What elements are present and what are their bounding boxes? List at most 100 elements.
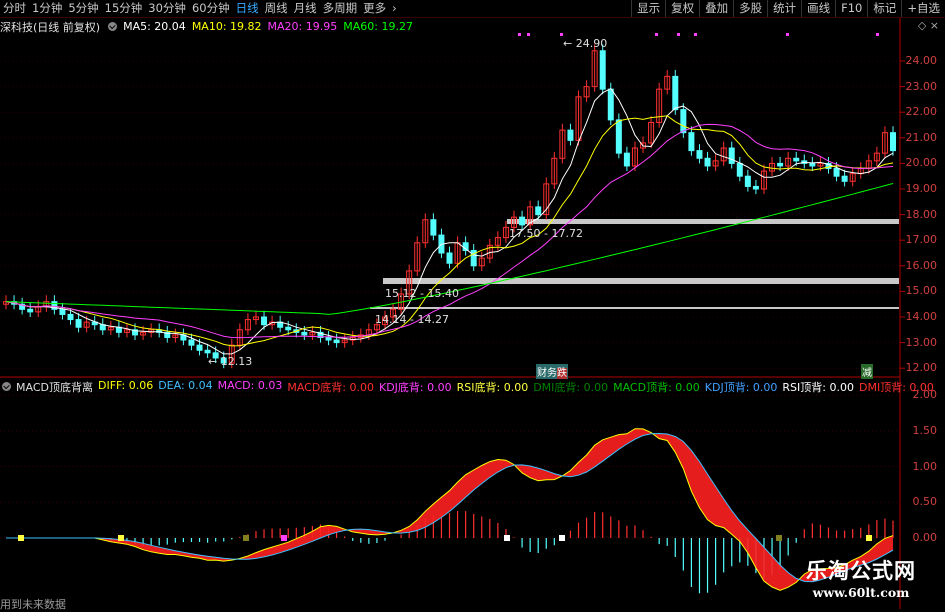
signal-marker xyxy=(527,33,530,36)
signal-marker xyxy=(655,33,658,36)
candle-down xyxy=(696,150,703,159)
candle-down xyxy=(333,339,340,344)
candle-down xyxy=(567,129,574,141)
macd-tick-4: 0.00 xyxy=(912,531,938,544)
divergence-marker xyxy=(281,535,287,541)
signal-marker xyxy=(518,33,521,36)
price-tick-4: 20.00 xyxy=(905,156,938,170)
macd-value-5: RSI底背: 0.00 xyxy=(456,380,529,394)
divergence-marker xyxy=(18,535,24,541)
price-tick-11: 13.00 xyxy=(905,335,938,349)
divergence-marker xyxy=(559,535,565,541)
macd-value-1: DEA: 0.04 xyxy=(158,378,213,392)
signal-marker xyxy=(560,33,563,36)
candle-down xyxy=(430,219,437,236)
candle-down xyxy=(59,308,66,315)
divergence-marker xyxy=(866,535,872,541)
price-tick-8: 16.00 xyxy=(905,258,938,272)
macd-legend: MACD顶底背离 DIFF: 0.06 DEA: 0.04 MACD: 0.03 MA… xyxy=(0,379,944,394)
signal-marker xyxy=(786,33,789,36)
candle-down xyxy=(325,336,332,341)
candle-down xyxy=(704,157,711,167)
price-tick-5: 19.00 xyxy=(905,182,938,195)
kline-chart[interactable] xyxy=(0,0,945,609)
candle-down xyxy=(535,206,542,216)
candle-down xyxy=(672,75,679,111)
macd-settings-icon[interactable] xyxy=(2,382,11,391)
macd-tick-2: 1.00 xyxy=(912,459,938,473)
support-zone-label-1: 17.50 - 17.72 xyxy=(509,227,583,240)
macd-fill xyxy=(6,428,893,591)
macd-value-4: KDJ底背: 0.00 xyxy=(379,380,452,394)
macd-value-2: MACD: 0.03 xyxy=(217,378,283,392)
macd-value-9: RSI顶背: 0.00 xyxy=(782,380,854,394)
ma20-line xyxy=(5,123,894,339)
candle-down xyxy=(196,344,203,351)
candle-down xyxy=(680,109,687,134)
macd-values: DIFF: 0.06 DEA: 0.04 MACD: 0.03 MACD底背: 0.0… xyxy=(98,379,939,395)
macd-value-6: DMI底背: 0.00 xyxy=(533,380,609,394)
price-tick-9: 15.00 xyxy=(905,284,938,298)
zone-bar-2 xyxy=(383,278,899,284)
price-tick-12: 12.00 xyxy=(905,361,938,375)
candle-down xyxy=(688,132,695,152)
candle-down xyxy=(446,252,453,264)
watermark-logo: 乐淘公式网 www.60lt.com xyxy=(786,555,936,600)
candle-down xyxy=(188,339,195,346)
candle-down xyxy=(615,119,622,154)
candle-down xyxy=(204,349,211,354)
support-zone-label-3: 14.14 - 14.27 xyxy=(375,313,449,326)
macd-title: MACD顶底背离 xyxy=(16,380,93,394)
zone-bar-1 xyxy=(507,219,899,224)
candle-down xyxy=(736,162,743,177)
candle-down xyxy=(519,216,526,226)
candle-down xyxy=(777,162,784,167)
signal-marker xyxy=(694,33,697,36)
macd-value-7: MACD顶背: 0.00 xyxy=(613,380,700,394)
candle-down xyxy=(833,168,840,177)
candle-down xyxy=(607,88,614,121)
candle-down xyxy=(75,319,82,328)
candle-down xyxy=(67,313,74,321)
price-tick-2: 22.00 xyxy=(905,105,938,119)
support-zone-label-2: 15.12 - 15.40 xyxy=(385,287,459,300)
price-tick-7: 17.00 xyxy=(905,233,938,247)
macd-value-8: KDJ顶背: 0.00 xyxy=(704,380,778,394)
candle-down xyxy=(809,162,816,167)
ma10-line xyxy=(5,115,894,347)
macd-value-3: MACD底背: 0.00 xyxy=(287,380,374,394)
divergence-marker xyxy=(504,535,510,541)
price-tick-6: 18.00 xyxy=(905,207,938,221)
watermark-title: 乐淘公式网 xyxy=(806,559,916,583)
divergence-marker xyxy=(243,535,249,541)
price-tick-0: 24.00 xyxy=(905,54,938,67)
candle-down xyxy=(752,185,759,190)
divergence-marker xyxy=(118,535,124,541)
macd-tick-3: 0.50 xyxy=(912,495,938,509)
macd-value-10: DMI顶背: 0.00 xyxy=(858,380,934,394)
candle-down xyxy=(301,331,308,336)
watermark-url: www.60lt.com xyxy=(812,585,910,600)
candle-down xyxy=(890,132,896,152)
divergence-marker xyxy=(776,535,782,541)
candle-down xyxy=(793,157,800,162)
footer-note: 用到未来数据 xyxy=(0,598,66,611)
candle-down xyxy=(261,316,268,326)
macd-tick-1: 1.50 xyxy=(912,423,938,437)
signal-marker xyxy=(876,33,879,36)
candle-down xyxy=(599,50,606,90)
high-price-label: ← 24.90 xyxy=(563,37,608,50)
candle-down xyxy=(841,175,848,182)
macd-value-0: DIFF: 0.06 xyxy=(97,378,154,392)
price-tick-10: 14.00 xyxy=(905,310,938,323)
signal-badge-finance[interactable]: 财务跌 xyxy=(536,364,568,379)
signal-badge-reduce[interactable]: 减 xyxy=(861,364,873,379)
candle-down xyxy=(623,152,630,167)
price-tick-1: 23.00 xyxy=(905,79,938,93)
price-tick-3: 21.00 xyxy=(905,130,938,144)
candle-down xyxy=(27,308,34,313)
low-price-label: ← 12.13 xyxy=(208,355,253,368)
signal-marker xyxy=(677,33,680,36)
candle-down xyxy=(728,147,735,164)
candle-down xyxy=(744,175,751,187)
